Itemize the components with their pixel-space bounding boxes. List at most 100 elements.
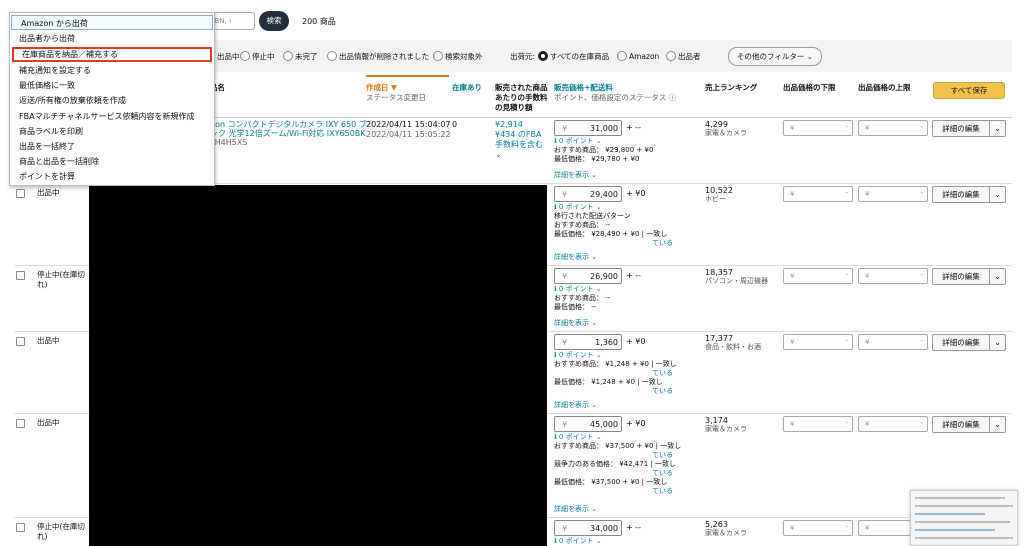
min-price-input[interactable]: ¥ - bbox=[783, 334, 853, 350]
filter-active[interactable]: 出品中 bbox=[217, 51, 240, 62]
edit-details-button[interactable]: 詳細の編集 bbox=[932, 120, 990, 137]
price-input[interactable]: ¥26,900 bbox=[554, 268, 622, 284]
save-all-button[interactable]: すべて保存 bbox=[933, 82, 1005, 99]
listing-status: 出品中 bbox=[37, 188, 60, 197]
max-price-input[interactable]: ¥- bbox=[858, 186, 928, 202]
listing-status: 停止中(在庫切れ) bbox=[37, 270, 85, 289]
points-toggle[interactable]: ℹ︎ 0 ポイント ⌄ bbox=[554, 137, 602, 146]
points-toggle[interactable]: ℹ︎ 0 ポイント ⌄ bbox=[554, 285, 602, 294]
edit-menu-chevron-icon[interactable]: ⌄ bbox=[990, 186, 1006, 203]
row-checkbox[interactable] bbox=[16, 271, 25, 280]
price-status-line: ている bbox=[652, 387, 673, 395]
radio-icon bbox=[240, 51, 250, 61]
yen-symbol: ¥ bbox=[790, 190, 795, 198]
menu-item-ship-seller[interactable]: 出品者から出荷 bbox=[10, 31, 214, 46]
product-title[interactable]: non コンパクトデジタルカメラ IXY 650 ブック 光学12倍ズーム/Wi… bbox=[210, 120, 367, 138]
min-price-input[interactable]: ¥ - bbox=[783, 520, 853, 536]
row-checkbox[interactable] bbox=[16, 523, 25, 532]
filter-seller[interactable]: 出品者 bbox=[666, 51, 701, 62]
shipping-fee: + ¥0 bbox=[626, 189, 646, 198]
menu-item-calc-points[interactable]: ポイントを計算 bbox=[10, 169, 214, 184]
price-input[interactable]: ¥34,000 bbox=[554, 520, 622, 536]
edit-details-button[interactable]: 詳細の編集 bbox=[932, 268, 990, 285]
radio-icon bbox=[433, 51, 443, 61]
price-value: 29,400 bbox=[590, 190, 618, 199]
detail-toggle[interactable]: 詳細を表示 ⌄ bbox=[554, 401, 597, 410]
spinner-icon: - bbox=[920, 271, 923, 279]
header-stock[interactable]: 在庫あり bbox=[452, 83, 482, 93]
edit-details-button[interactable]: 詳細の編集 bbox=[932, 416, 990, 433]
rank-category: 家電＆カメラ bbox=[705, 129, 747, 137]
sales-rank: 10,522 ホビー bbox=[705, 186, 733, 204]
max-price-input[interactable]: ¥- bbox=[858, 416, 928, 432]
fee-estimate[interactable]: ¥2,914 ¥434 のFBA 手数料を含む ⌄ bbox=[495, 120, 543, 160]
max-price-input[interactable]: ¥- bbox=[858, 334, 928, 350]
search-button[interactable]: 検索 bbox=[259, 11, 289, 31]
filter-incomplete[interactable]: 未完了 bbox=[283, 51, 318, 62]
edit-menu-chevron-icon[interactable]: ⌄ bbox=[990, 334, 1006, 351]
row-checkbox[interactable] bbox=[16, 337, 25, 346]
menu-item-match-low-price[interactable]: 最低価格に一致 bbox=[10, 78, 214, 93]
edit-menu-chevron-icon[interactable]: ⌄ bbox=[990, 268, 1006, 285]
rank-category: ホビー bbox=[705, 195, 726, 203]
points-toggle[interactable]: ℹ︎ 0 ポイント ⌄ bbox=[554, 351, 602, 360]
row-checkbox[interactable] bbox=[16, 419, 25, 428]
min-price-input[interactable]: ¥ - bbox=[783, 186, 853, 202]
menu-item-delete-products[interactable]: 商品と出品を一括削除 bbox=[10, 154, 214, 169]
price-input[interactable]: ¥31,000 bbox=[554, 120, 622, 136]
menu-item-send-replenish[interactable]: 在庫商品を納品／補充する bbox=[12, 47, 212, 62]
detail-toggle[interactable]: 詳細を表示 ⌄ bbox=[554, 253, 597, 262]
menu-item-restock-alert[interactable]: 補充通知を設定する bbox=[10, 63, 214, 78]
shipping-fee: + ¥0 bbox=[626, 337, 646, 346]
header-created[interactable]: 作成日 ▼ ステータス変更日 bbox=[366, 83, 426, 103]
points-toggle[interactable]: ℹ︎ 0 ポイント ⌄ bbox=[554, 537, 602, 546]
points-toggle[interactable]: ℹ︎ 0 ポイント ⌄ bbox=[554, 433, 602, 442]
header-price[interactable]: 販売価格+配送料 ポイント、価格設定のステータス ⓘ bbox=[554, 83, 676, 103]
row-checkbox[interactable] bbox=[16, 189, 25, 198]
shipping-fee: + -- bbox=[626, 271, 642, 280]
price-status-line: 移行された配送パターン bbox=[554, 212, 631, 220]
radio-icon bbox=[617, 51, 627, 61]
filter-suppressed[interactable]: 検索対象外 bbox=[433, 51, 483, 62]
sales-rank: 17,377 食品・飲料・お酒 bbox=[705, 334, 761, 352]
edit-menu-chevron-icon[interactable]: ⌄ bbox=[990, 416, 1006, 433]
price-status-line: おすすめ商品： ¥1,248 + ¥0 | 一致し bbox=[554, 360, 677, 368]
redacted-area bbox=[89, 185, 547, 546]
detail-toggle[interactable]: 詳細を表示 ⌄ bbox=[554, 171, 597, 180]
max-price-input[interactable]: ¥- bbox=[858, 120, 928, 136]
min-price-input[interactable]: ¥ - bbox=[783, 416, 853, 432]
header-min-price: 出品価格の下限 bbox=[783, 83, 836, 92]
spinner-icon: - bbox=[920, 123, 923, 131]
filter-all-inventory[interactable]: すべての在庫商品 bbox=[538, 51, 609, 62]
other-filter-button[interactable]: その他のフィルター ⌄ bbox=[728, 47, 822, 66]
max-price-input[interactable]: ¥- bbox=[858, 268, 928, 284]
price-input[interactable]: ¥1,360 bbox=[554, 334, 622, 350]
menu-item-ship-amazon[interactable]: Amazon から出荷 bbox=[11, 15, 213, 30]
price-status-line: ている bbox=[652, 487, 673, 495]
edit-details-button[interactable]: 詳細の編集 bbox=[932, 186, 990, 203]
min-price-input[interactable]: ¥ - bbox=[783, 120, 853, 136]
price-input[interactable]: ¥29,400 bbox=[554, 186, 622, 202]
points-toggle[interactable]: ℹ︎ 0 ポイント ⌄ bbox=[554, 203, 602, 212]
filter-amazon[interactable]: Amazon bbox=[617, 51, 659, 61]
yen-symbol: ¥ bbox=[865, 420, 870, 428]
yen-symbol: ¥ bbox=[790, 124, 795, 132]
price-status-line: 最低価格： ¥29,780 + ¥0 bbox=[554, 155, 640, 163]
price-input[interactable]: ¥45,000 bbox=[554, 416, 622, 432]
filter-inactive[interactable]: 停止中 bbox=[240, 51, 275, 62]
header-max-price: 出品価格の上限 bbox=[858, 83, 911, 92]
edit-details-button[interactable]: 詳細の編集 bbox=[932, 334, 990, 351]
filter-deleted[interactable]: 出品情報が削除されました bbox=[327, 51, 429, 62]
sales-rank: 5,263 家電＆カメラ bbox=[705, 520, 747, 538]
created-date: 2022/04/11 15:04:07 2022/04/11 15:05:22 bbox=[366, 120, 451, 139]
detail-toggle[interactable]: 詳細を表示 ⌄ bbox=[554, 505, 597, 514]
price-value: 31,000 bbox=[590, 124, 618, 133]
menu-item-print-labels[interactable]: 商品ラベルを印刷 bbox=[10, 124, 214, 139]
detail-toggle[interactable]: 詳細を表示 ⌄ bbox=[554, 319, 597, 328]
info-icon: ⓘ bbox=[668, 93, 677, 102]
menu-item-mcf-order[interactable]: FBAマルチチャネルサービス依頼内容を新規作成 bbox=[10, 109, 214, 124]
min-price-input[interactable]: ¥ - bbox=[783, 268, 853, 284]
menu-item-removal-order[interactable]: 返送/所有権の放棄依頼を作成 bbox=[10, 93, 214, 108]
menu-item-close-listings[interactable]: 出品を一括終了 bbox=[10, 139, 214, 154]
edit-menu-chevron-icon[interactable]: ⌄ bbox=[990, 120, 1006, 137]
